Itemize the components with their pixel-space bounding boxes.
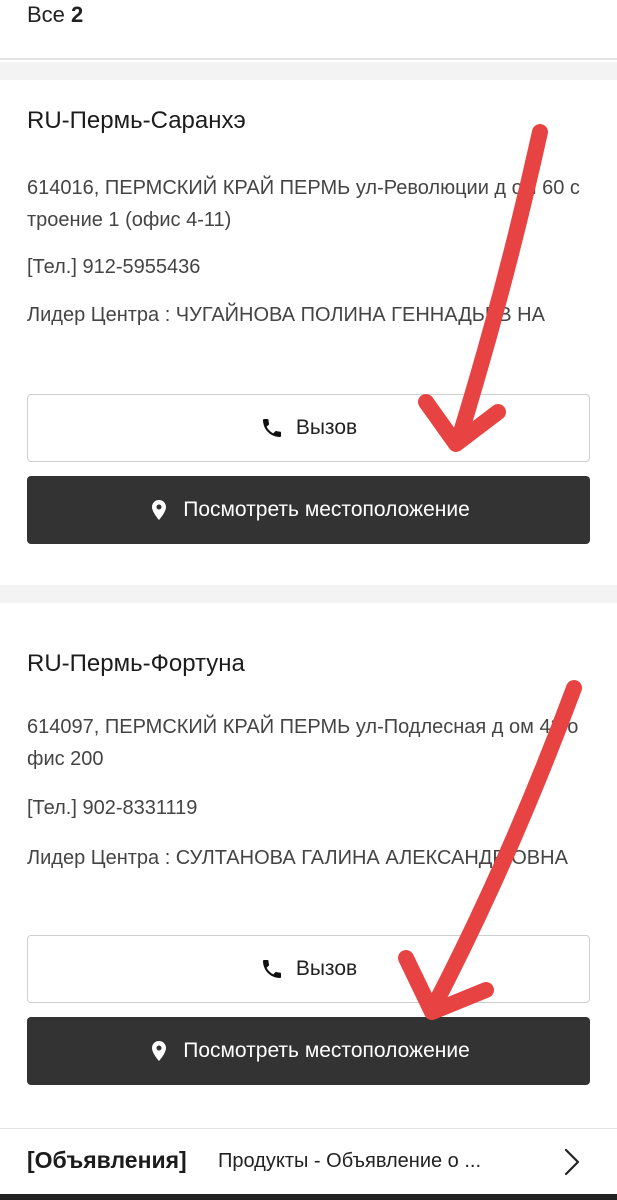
announcement-tag: [Объявления] — [27, 1147, 187, 1173]
bottom-strip — [0, 1194, 617, 1200]
center-phone: [Тел.] 912-5955436 — [27, 256, 201, 278]
center-card: RU-Пермь-Саранхэ 614016, ПЕРМСКИЙ КРАЙ П… — [0, 80, 617, 585]
call-button[interactable]: Вызов — [27, 394, 590, 462]
center-address: 614097, ПЕРМСКИЙ КРАЙ ПЕРМЬ ул-Подлесная… — [27, 716, 579, 770]
announcement-bar[interactable]: [Объявления] Продукты - Объявление о ... — [0, 1128, 617, 1194]
center-leader: Лидер Центра : ЧУГАЙНОВА ПОЛИНА ГЕННАДЬЕ… — [27, 304, 545, 326]
call-button[interactable]: Вызов — [27, 935, 590, 1003]
view-location-button[interactable]: Посмотреть местоположение — [27, 476, 590, 544]
list-count-number: 2 — [71, 2, 84, 27]
center-name: RU-Пермь-Фортуна — [27, 650, 245, 677]
map-pin-icon — [147, 1039, 171, 1063]
chevron-right-icon[interactable] — [560, 1147, 584, 1177]
list-count-text: Все 2 — [27, 2, 84, 27]
center-card: RU-Пермь-Фортуна 614097, ПЕРМСКИЙ КРАЙ П… — [0, 603, 617, 1128]
announcement-text: Продукты - Объявление о ... — [218, 1150, 482, 1172]
phone-icon — [260, 957, 284, 981]
map-pin-icon — [147, 498, 171, 522]
center-phone: [Тел.] 902-8331119 — [27, 797, 198, 819]
list-count-header: Все 2 — [0, 0, 617, 60]
center-address: 614016, ПЕРМСКИЙ КРАЙ ПЕРМЬ ул-Революции… — [27, 177, 580, 231]
phone-icon — [260, 416, 284, 440]
call-button-label: Вызов — [295, 957, 358, 980]
view-location-button[interactable]: Посмотреть местоположение — [27, 1017, 590, 1085]
section-divider — [0, 62, 617, 80]
center-leader: Лидер Центра : СУЛТАНОВА ГАЛИНА АЛЕКСАНД… — [27, 847, 568, 869]
view-location-label: Посмотреть местоположение — [183, 1039, 470, 1062]
section-divider — [0, 585, 617, 603]
view-location-label: Посмотреть местоположение — [183, 498, 470, 521]
call-button-label: Вызов — [295, 416, 358, 439]
center-name: RU-Пермь-Саранхэ — [27, 107, 246, 134]
